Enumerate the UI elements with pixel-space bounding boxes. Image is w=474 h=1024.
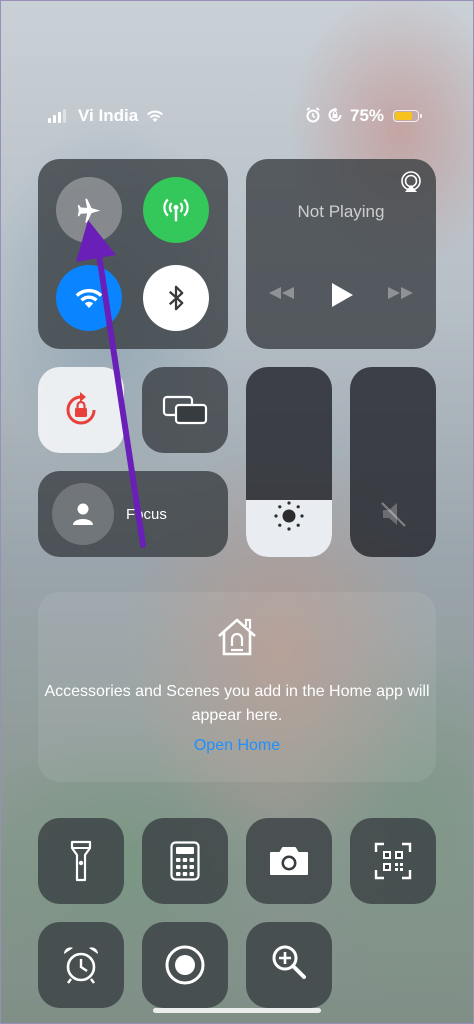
flashlight-icon bbox=[38, 818, 124, 904]
home-empty-message: Accessories and Scenes you add in the Ho… bbox=[44, 683, 430, 724]
rotation-lock-icon bbox=[327, 107, 343, 128]
airplane-mode-toggle[interactable] bbox=[56, 177, 122, 243]
screen-record-button[interactable] bbox=[142, 922, 228, 1008]
camera-button[interactable] bbox=[246, 818, 332, 904]
airplay-icon[interactable] bbox=[400, 171, 422, 198]
focus-label: Focus bbox=[126, 506, 167, 523]
now-playing-title: Not Playing bbox=[297, 202, 385, 221]
cellular-antenna-icon bbox=[161, 195, 191, 225]
magnifier-button[interactable] bbox=[246, 922, 332, 1008]
focus-icon-circle bbox=[52, 483, 114, 545]
cellular-data-toggle[interactable] bbox=[143, 177, 209, 243]
volume-slider[interactable] bbox=[350, 367, 436, 557]
carrier-name: Vi India bbox=[78, 106, 139, 125]
sun-icon bbox=[273, 500, 305, 537]
qr-scanner-icon bbox=[350, 818, 436, 904]
signal-icon bbox=[48, 109, 66, 123]
rewind-icon[interactable] bbox=[266, 285, 296, 306]
battery-percent: 75% bbox=[350, 106, 385, 125]
magnifier-icon bbox=[246, 922, 332, 1002]
code-scanner-button[interactable] bbox=[350, 818, 436, 904]
fast-forward-icon[interactable] bbox=[386, 285, 416, 306]
airplane-icon bbox=[74, 195, 104, 225]
bluetooth-icon bbox=[165, 283, 187, 313]
alarm-clock-icon bbox=[38, 922, 124, 1008]
battery-icon bbox=[393, 110, 422, 122]
home-indicator bbox=[153, 1008, 321, 1013]
speaker-muted-icon bbox=[379, 500, 409, 533]
wifi-toggle[interactable] bbox=[56, 265, 122, 331]
open-home-link[interactable]: Open Home bbox=[40, 737, 434, 755]
home-icon bbox=[215, 616, 259, 663]
status-bar: Vi India 75% bbox=[0, 105, 474, 129]
person-icon bbox=[72, 502, 94, 526]
brightness-slider[interactable] bbox=[246, 367, 332, 557]
camera-icon bbox=[246, 818, 332, 904]
bluetooth-toggle[interactable] bbox=[143, 265, 209, 331]
screen-mirroring-icon bbox=[142, 367, 228, 453]
flashlight-button[interactable] bbox=[38, 818, 124, 904]
wifi-icon bbox=[74, 285, 104, 311]
rotation-lock-icon bbox=[38, 367, 124, 453]
wifi-icon bbox=[146, 108, 164, 128]
play-icon[interactable] bbox=[329, 281, 355, 314]
focus-button[interactable]: Focus bbox=[38, 471, 228, 557]
screen-record-icon bbox=[142, 922, 228, 1008]
alarm-button[interactable] bbox=[38, 922, 124, 1008]
calculator-icon bbox=[142, 818, 228, 904]
now-playing-module[interactable]: Not Playing bbox=[246, 159, 436, 349]
calculator-button[interactable] bbox=[142, 818, 228, 904]
screen-mirroring-button[interactable] bbox=[142, 367, 228, 453]
orientation-lock-toggle[interactable] bbox=[38, 367, 124, 453]
alarm-icon bbox=[305, 107, 321, 128]
connectivity-module bbox=[38, 159, 228, 349]
battery-fill bbox=[395, 112, 412, 120]
